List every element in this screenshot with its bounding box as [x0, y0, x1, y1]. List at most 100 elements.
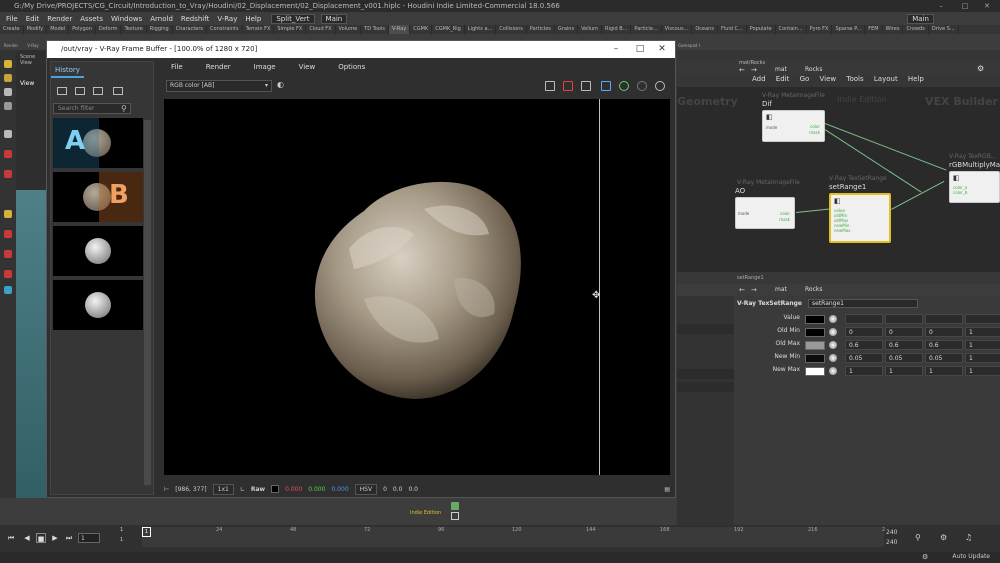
vfb-close-button[interactable]: ✕ [651, 41, 673, 58]
shelf-tab[interactable]: Particle... [631, 25, 662, 34]
shelf-tab[interactable]: Polygon [69, 25, 96, 34]
ne-menu-tools[interactable]: Tools [846, 75, 863, 83]
arrow-right-icon[interactable]: → [751, 66, 757, 74]
menu-vray[interactable]: V-Ray [213, 15, 241, 23]
param-value-field[interactable] [965, 314, 1000, 324]
color-picker-icon[interactable] [829, 341, 837, 349]
shelf-tab[interactable]: Oceans [692, 25, 718, 34]
shelf-tab[interactable]: Pyro FX [807, 25, 833, 34]
node-setrange[interactable]: ◧ value oldMin oldMax newMin newMax [829, 193, 891, 243]
camera-tool-icon[interactable] [4, 270, 12, 278]
param-value-field[interactable]: 1 [965, 327, 1000, 337]
step-back-icon[interactable]: ◀ [22, 533, 32, 543]
shelf-tab[interactable]: Collisions [496, 25, 527, 34]
shelf-tool-button[interactable]: V-Ray [22, 34, 44, 50]
history-thumb-4[interactable] [53, 280, 143, 330]
shelf-tab[interactable]: TD Tools [361, 25, 389, 34]
param-tab[interactable]: setRange1 [737, 275, 764, 281]
vfb-maximize-button[interactable]: □ [629, 41, 651, 58]
param-value-field[interactable] [925, 314, 963, 324]
shelf-tab[interactable]: Fluid C... [718, 25, 747, 34]
shelf-tab[interactable]: Lights a... [465, 25, 497, 34]
minimize-button[interactable]: – [932, 0, 950, 12]
shelf-tab[interactable]: Deform [96, 25, 122, 34]
ab-compare-icon[interactable] [75, 87, 85, 95]
shelf-tab[interactable]: Rigid B... [602, 25, 632, 34]
param-value-field[interactable]: 0.6 [885, 340, 923, 350]
handle-tool-icon[interactable] [4, 230, 12, 238]
save-history-icon[interactable] [57, 87, 67, 95]
param-value-field[interactable]: 0.6 [925, 340, 963, 350]
timeline-ruler[interactable]: 24 48 72 96 120 144 168 192 216 2 [142, 527, 885, 547]
param-value-field[interactable] [885, 314, 923, 324]
render-viewport[interactable]: ✥ [164, 99, 670, 475]
menu-assets[interactable]: Assets [76, 15, 107, 23]
shelf-tab[interactable]: V-Ray [388, 25, 411, 34]
interactive-render-icon[interactable] [619, 81, 629, 91]
shelf-tab[interactable]: Vellum [578, 25, 603, 34]
select-tool-icon[interactable] [4, 60, 12, 68]
param-value-field[interactable]: 0 [925, 327, 963, 337]
param-value-field[interactable]: 1 [925, 366, 963, 376]
history-tab[interactable]: History [51, 62, 84, 78]
param-path-node[interactable]: Rocks [805, 286, 822, 293]
shelf-tab[interactable]: Contain... [776, 25, 807, 34]
snap-red-icon[interactable] [4, 150, 12, 158]
color-swatch[interactable] [805, 341, 825, 350]
magnet-icon[interactable] [4, 170, 12, 178]
vfb-menu-view[interactable]: View [285, 59, 325, 73]
vfb-menu-options[interactable]: Options [324, 59, 374, 73]
param-value-field[interactable]: 0 [885, 327, 923, 337]
right-desktop-combo[interactable]: Main [907, 13, 934, 24]
shelf-tab[interactable]: Characters [173, 25, 208, 34]
arrow-left-icon[interactable]: ← [739, 66, 745, 74]
go-end-icon[interactable]: ⏭ [64, 533, 74, 543]
ne-menu-edit[interactable]: Edit [776, 75, 790, 83]
menu-help[interactable]: Help [241, 15, 265, 23]
menu-arnold[interactable]: Arnold [146, 15, 177, 23]
view-tool-icon[interactable] [4, 250, 12, 258]
path-node[interactable]: Rocks [805, 66, 822, 73]
param-value-field[interactable]: 1 [885, 366, 923, 376]
vfb-menu-file[interactable]: File [157, 59, 192, 73]
color-picker-icon[interactable] [829, 367, 837, 375]
history-thumb-3[interactable] [53, 226, 143, 276]
desktop-combo[interactable]: Main [320, 13, 348, 24]
shelf-tab[interactable]: Grains [555, 25, 579, 34]
shelf-tab[interactable]: Rigging [147, 25, 173, 34]
auto-update-button[interactable]: Auto Update [952, 553, 990, 560]
render-icon[interactable] [655, 81, 665, 91]
param-value-field[interactable]: 1 [965, 353, 1000, 363]
shelf-tab[interactable]: Constraints [207, 25, 243, 34]
track-mouse-icon[interactable] [581, 81, 591, 91]
maximize-button[interactable]: □ [956, 0, 974, 12]
color-swatch[interactable] [805, 315, 825, 324]
play-icon[interactable]: ▶ [50, 533, 60, 543]
pin-icon[interactable]: ⚙ [977, 64, 984, 73]
side-field[interactable] [677, 324, 734, 334]
shelf-tab[interactable]: Texture [121, 25, 147, 34]
stop-icon[interactable]: ■ [36, 533, 46, 543]
key-icon[interactable]: ⚲ [915, 533, 921, 542]
arrow-left-icon[interactable]: ← [739, 286, 745, 294]
shelf-tab[interactable]: Wires [883, 25, 904, 34]
shelf-tab[interactable]: FEM [865, 25, 883, 34]
network-editor[interactable]: Geometry Indie Edition VEX Builder V-Ray… [677, 87, 1000, 272]
vfb-minimize-button[interactable]: – [605, 41, 627, 58]
stop-render-icon[interactable] [637, 81, 647, 91]
node-name[interactable]: AO [735, 187, 745, 195]
param-value-field[interactable]: 1 [845, 366, 883, 376]
clear-image-icon[interactable] [563, 81, 573, 91]
param-node-name[interactable]: setRange1 [807, 298, 918, 308]
color-picker-icon[interactable] [829, 328, 837, 336]
shelf-tab[interactable]: CGMK [410, 25, 433, 34]
layout-combo[interactable]: Split_Vert [271, 13, 315, 24]
color-picker-icon[interactable] [829, 354, 837, 362]
channel-icon[interactable]: ⚙ [940, 533, 947, 542]
go-start-icon[interactable]: ⏮ [6, 533, 16, 543]
curve-icon[interactable]: ∟ [240, 486, 245, 493]
vfb-menu-image[interactable]: Image [240, 59, 285, 73]
move-tool-icon[interactable] [4, 74, 12, 82]
shelf-tab[interactable]: Crowds [903, 25, 929, 34]
node-name[interactable]: Dif [762, 100, 772, 108]
